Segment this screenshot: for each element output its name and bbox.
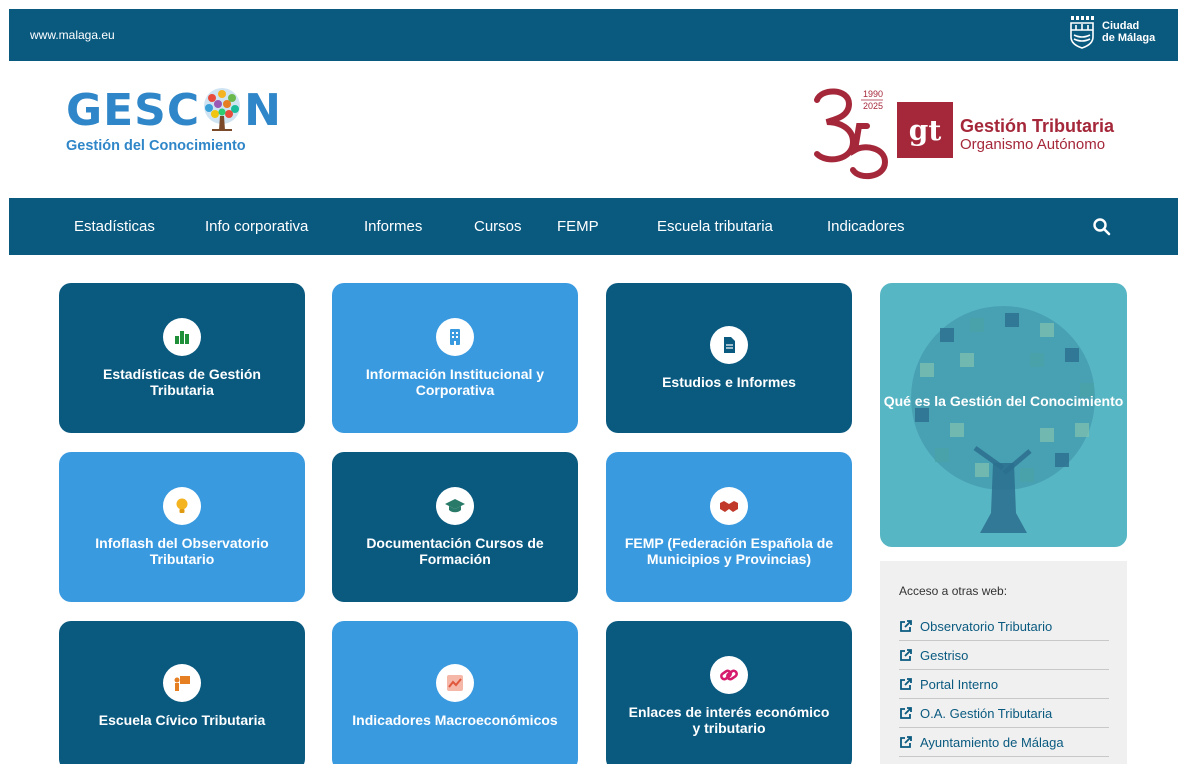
lightbulb-icon: [163, 487, 201, 525]
link-label: O.A. Gestión Tributaria: [920, 705, 1053, 721]
external-link-icon: [900, 735, 912, 748]
tile-label: Infoflash del Observatorio Tributario: [95, 535, 269, 567]
anniversary-35-logo: 1990 2025: [814, 88, 889, 180]
tile-infoflash[interactable]: Infoflash del Observatorio Tributario: [59, 452, 305, 602]
tile-indicadores[interactable]: Indicadores Macroeconómicos: [332, 621, 578, 764]
gt-subtitle: Organismo Autónomo: [960, 136, 1106, 153]
tile-label: Escuela Cívico Tributaria: [98, 712, 266, 728]
gt-name[interactable]: Gestión Tributaria Organismo Autónomo: [960, 116, 1114, 153]
link-oa-gestion-tributaria[interactable]: O.A. Gestión Tributaria: [899, 699, 1109, 728]
tile-femp[interactable]: FEMP (Federación Española de Municipios …: [606, 452, 852, 602]
brand-prefix: GESC: [66, 85, 201, 136]
nav-informes[interactable]: Informes: [364, 218, 422, 235]
site-header: GESC N Gestión del Conocimiento 1990 202…: [9, 61, 1178, 198]
tile-label: Estudios e Informes: [662, 374, 796, 390]
link-icon: [710, 656, 748, 694]
tile-label: Estadísticas de Gestión Tributaria: [103, 366, 261, 398]
nav-femp[interactable]: FEMP: [557, 218, 599, 235]
tile-label: FEMP (Federación Española de Municipios …: [624, 535, 834, 567]
tile-escuela-civico[interactable]: Escuela Cívico Tributaria: [59, 621, 305, 764]
anniv-year-top: 1990: [863, 89, 883, 99]
link-label: Portal Interno: [920, 676, 999, 692]
teacher-icon: [163, 664, 201, 702]
bar-chart-icon: [163, 318, 201, 356]
graduation-cap-icon: [436, 487, 474, 525]
link-label: Ayuntamiento de Málaga: [920, 734, 1064, 750]
malaga-link[interactable]: www.malaga.eu: [30, 28, 115, 42]
tile-informacion-institucional[interactable]: Información Institucional y Corporativa: [332, 283, 578, 433]
gt-title: Gestión Tributaria: [960, 116, 1115, 136]
tile-label: Enlaces de interés económico y tributari…: [628, 704, 830, 736]
tile-label: Información Institucional y Corporativa: [365, 366, 545, 398]
tile-estudios-informes[interactable]: Estudios e Informes: [606, 283, 852, 433]
tile-enlaces[interactable]: Enlaces de interés económico y tributari…: [606, 621, 852, 764]
anniv-year-bottom: 2025: [863, 101, 883, 111]
tile-documentacion-cursos[interactable]: Documentación Cursos de Formación: [332, 452, 578, 602]
gt-logo[interactable]: gt: [897, 102, 953, 158]
external-link-icon: [900, 648, 912, 661]
other-sites-title: Acceso a otras web:: [899, 584, 1008, 598]
link-label: Observatorio Tributario: [920, 618, 1053, 634]
brand-suffix: N: [244, 85, 282, 136]
nav-escuela-tributaria[interactable]: Escuela tributaria: [657, 218, 773, 235]
handshake-icon: [710, 487, 748, 525]
external-link-icon: [900, 619, 912, 632]
nav-cursos[interactable]: Cursos: [474, 218, 522, 235]
top-bar: www.malaga.eu Ciudad de Málaga: [9, 9, 1178, 61]
nav-info-corporativa[interactable]: Info corporativa: [205, 218, 308, 235]
page: www.malaga.eu Ciudad de Málaga GESC N Ge…: [9, 9, 1178, 764]
building-icon: [436, 318, 474, 356]
document-icon: [710, 326, 748, 364]
link-gestriso[interactable]: Gestriso: [899, 641, 1109, 670]
city-logo[interactable]: Ciudad de Málaga: [1068, 15, 1155, 49]
tile-label: Documentación Cursos de Formación: [366, 535, 544, 567]
link-label: Gestriso: [920, 647, 969, 663]
city-name-line1: Ciudad: [1102, 20, 1140, 32]
link-portal-interno[interactable]: Portal Interno: [899, 670, 1109, 699]
city-name-line2: de Málaga: [1102, 32, 1156, 44]
gescon-logo[interactable]: GESC N Gestión del Conocimiento: [66, 85, 282, 155]
tile-label: Indicadores Macroeconómicos: [352, 712, 558, 728]
link-observatorio-tributario[interactable]: Observatorio Tributario: [899, 612, 1109, 641]
feature-label: Qué es la Gestión del Conocimiento: [883, 393, 1124, 409]
search-icon[interactable]: [1092, 217, 1112, 237]
feature-gestion-conocimiento[interactable]: Qué es la Gestión del Conocimiento: [880, 283, 1127, 547]
nav-estadisticas[interactable]: Estadísticas: [74, 218, 155, 235]
nav-indicadores[interactable]: Indicadores: [827, 218, 905, 235]
tile-estadisticas[interactable]: Estadísticas de Gestión Tributaria: [59, 283, 305, 433]
line-chart-icon: [436, 664, 474, 702]
main-nav: Estadísticas Info corporativa Informes C…: [9, 198, 1178, 255]
link-ayuntamiento-malaga[interactable]: Ayuntamiento de Málaga: [899, 728, 1109, 757]
external-link-icon: [900, 706, 912, 719]
other-sites-box: Acceso a otras web: Observatorio Tributa…: [880, 561, 1127, 764]
tree-o-icon: [204, 88, 241, 131]
city-crest-icon: [1070, 16, 1094, 49]
external-link-icon: [900, 677, 912, 690]
brand-subtitle: Gestión del Conocimiento: [66, 138, 246, 154]
puzzle-tree-icon: [911, 306, 1095, 533]
